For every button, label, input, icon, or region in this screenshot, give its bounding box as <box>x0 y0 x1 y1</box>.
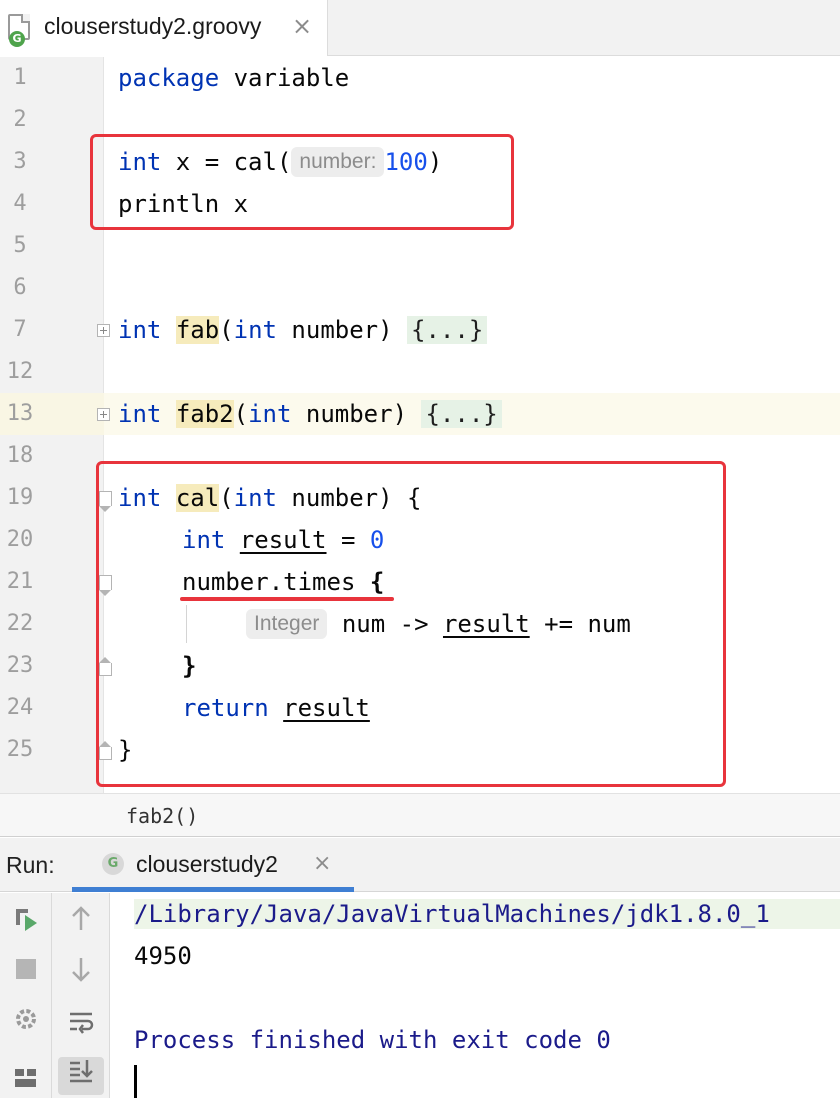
scroll-to-end-icon[interactable] <box>58 1057 104 1095</box>
groovy-run-icon: G <box>102 853 124 875</box>
layout-icon[interactable] <box>6 1063 46 1098</box>
line-number: 7 <box>13 317 27 342</box>
line-number: 12 <box>6 359 34 384</box>
expand-fold-icon[interactable] <box>97 408 110 421</box>
run-console[interactable]: /Library/Java/JavaVirtualMachines/jdk1.8… <box>0 893 840 1098</box>
line-number: 25 <box>6 737 34 762</box>
code-text: variable <box>219 64 350 92</box>
editor-tab-clouserstudy2[interactable]: G clouserstudy2.groovy × <box>0 0 328 56</box>
line-number: 18 <box>6 443 34 468</box>
line-number: 21 <box>6 569 34 594</box>
close-icon[interactable]: × <box>292 13 312 39</box>
keyword: package <box>118 64 220 92</box>
code-text: ( <box>219 316 234 344</box>
breadcrumb[interactable]: fab2() <box>126 804 198 828</box>
line-number: 23 <box>6 653 34 678</box>
editor-tab-bar: G clouserstudy2.groovy × <box>0 0 840 56</box>
active-tab-indicator <box>72 887 354 892</box>
run-tab-label: clouserstudy2 <box>136 851 278 877</box>
line-number: 24 <box>6 695 34 720</box>
scroll-down-icon[interactable] <box>61 955 101 991</box>
folded-block[interactable]: {...} <box>421 400 502 428</box>
close-icon[interactable]: × <box>313 851 331 876</box>
rerun-icon[interactable] <box>6 905 46 941</box>
line-number: 22 <box>6 611 34 636</box>
stop-icon[interactable] <box>6 955 46 991</box>
line-number: 1 <box>13 65 27 90</box>
console-command-line: /Library/Java/JavaVirtualMachines/jdk1.8… <box>134 899 840 929</box>
function-name-fab: fab <box>175 316 220 344</box>
text-caret <box>134 1065 137 1098</box>
annotation-underline <box>180 597 394 601</box>
keyword: int <box>118 400 162 428</box>
code-line[interactable]: 7 int fab(int number) {...} <box>0 309 840 351</box>
tab-label: clouserstudy2.groovy <box>44 13 262 39</box>
run-panel-header: Run: G clouserstudy2 × <box>0 838 840 892</box>
code-line[interactable]: 5 <box>0 225 840 267</box>
current-code-line[interactable]: 13 int fab2(int number) {...} <box>0 393 840 435</box>
code-text: number) <box>291 400 422 428</box>
folded-block[interactable]: {...} <box>407 316 488 344</box>
expand-fold-icon[interactable] <box>97 324 110 337</box>
console-output-line: 4950 <box>134 942 192 970</box>
code-line[interactable]: 6 <box>0 267 840 309</box>
code-text: ( <box>233 400 249 428</box>
line-number: 20 <box>6 527 34 552</box>
annotation-box-cal-function <box>96 461 726 787</box>
line-number: 4 <box>13 191 27 216</box>
soft-wrap-icon[interactable] <box>61 1009 101 1045</box>
code-text: number) <box>276 316 408 344</box>
keyword: int <box>233 316 277 344</box>
line-number: 19 <box>6 485 34 510</box>
function-name-fab2: fab2 <box>175 400 234 428</box>
breadcrumb-bar: fab2() <box>0 793 840 837</box>
line-number: 5 <box>13 233 27 258</box>
code-line[interactable]: 12 <box>0 351 840 393</box>
line-number: 2 <box>13 107 27 132</box>
code-line[interactable]: 1 package variable <box>0 57 840 99</box>
settings-icon[interactable] <box>6 1005 46 1041</box>
run-label: Run: <box>6 852 55 878</box>
scroll-up-icon[interactable] <box>61 905 101 941</box>
annotation-box-call <box>90 134 514 230</box>
keyword: int <box>118 316 162 344</box>
keyword: int <box>248 400 292 428</box>
console-process-finished: Process finished with exit code 0 <box>134 1026 611 1054</box>
groovy-badge-icon: G <box>9 31 25 47</box>
run-toolbar <box>0 893 52 1098</box>
console-toolbar <box>52 893 110 1098</box>
line-number: 13 <box>6 401 34 426</box>
line-number: 6 <box>13 275 27 300</box>
line-number: 3 <box>13 149 27 174</box>
